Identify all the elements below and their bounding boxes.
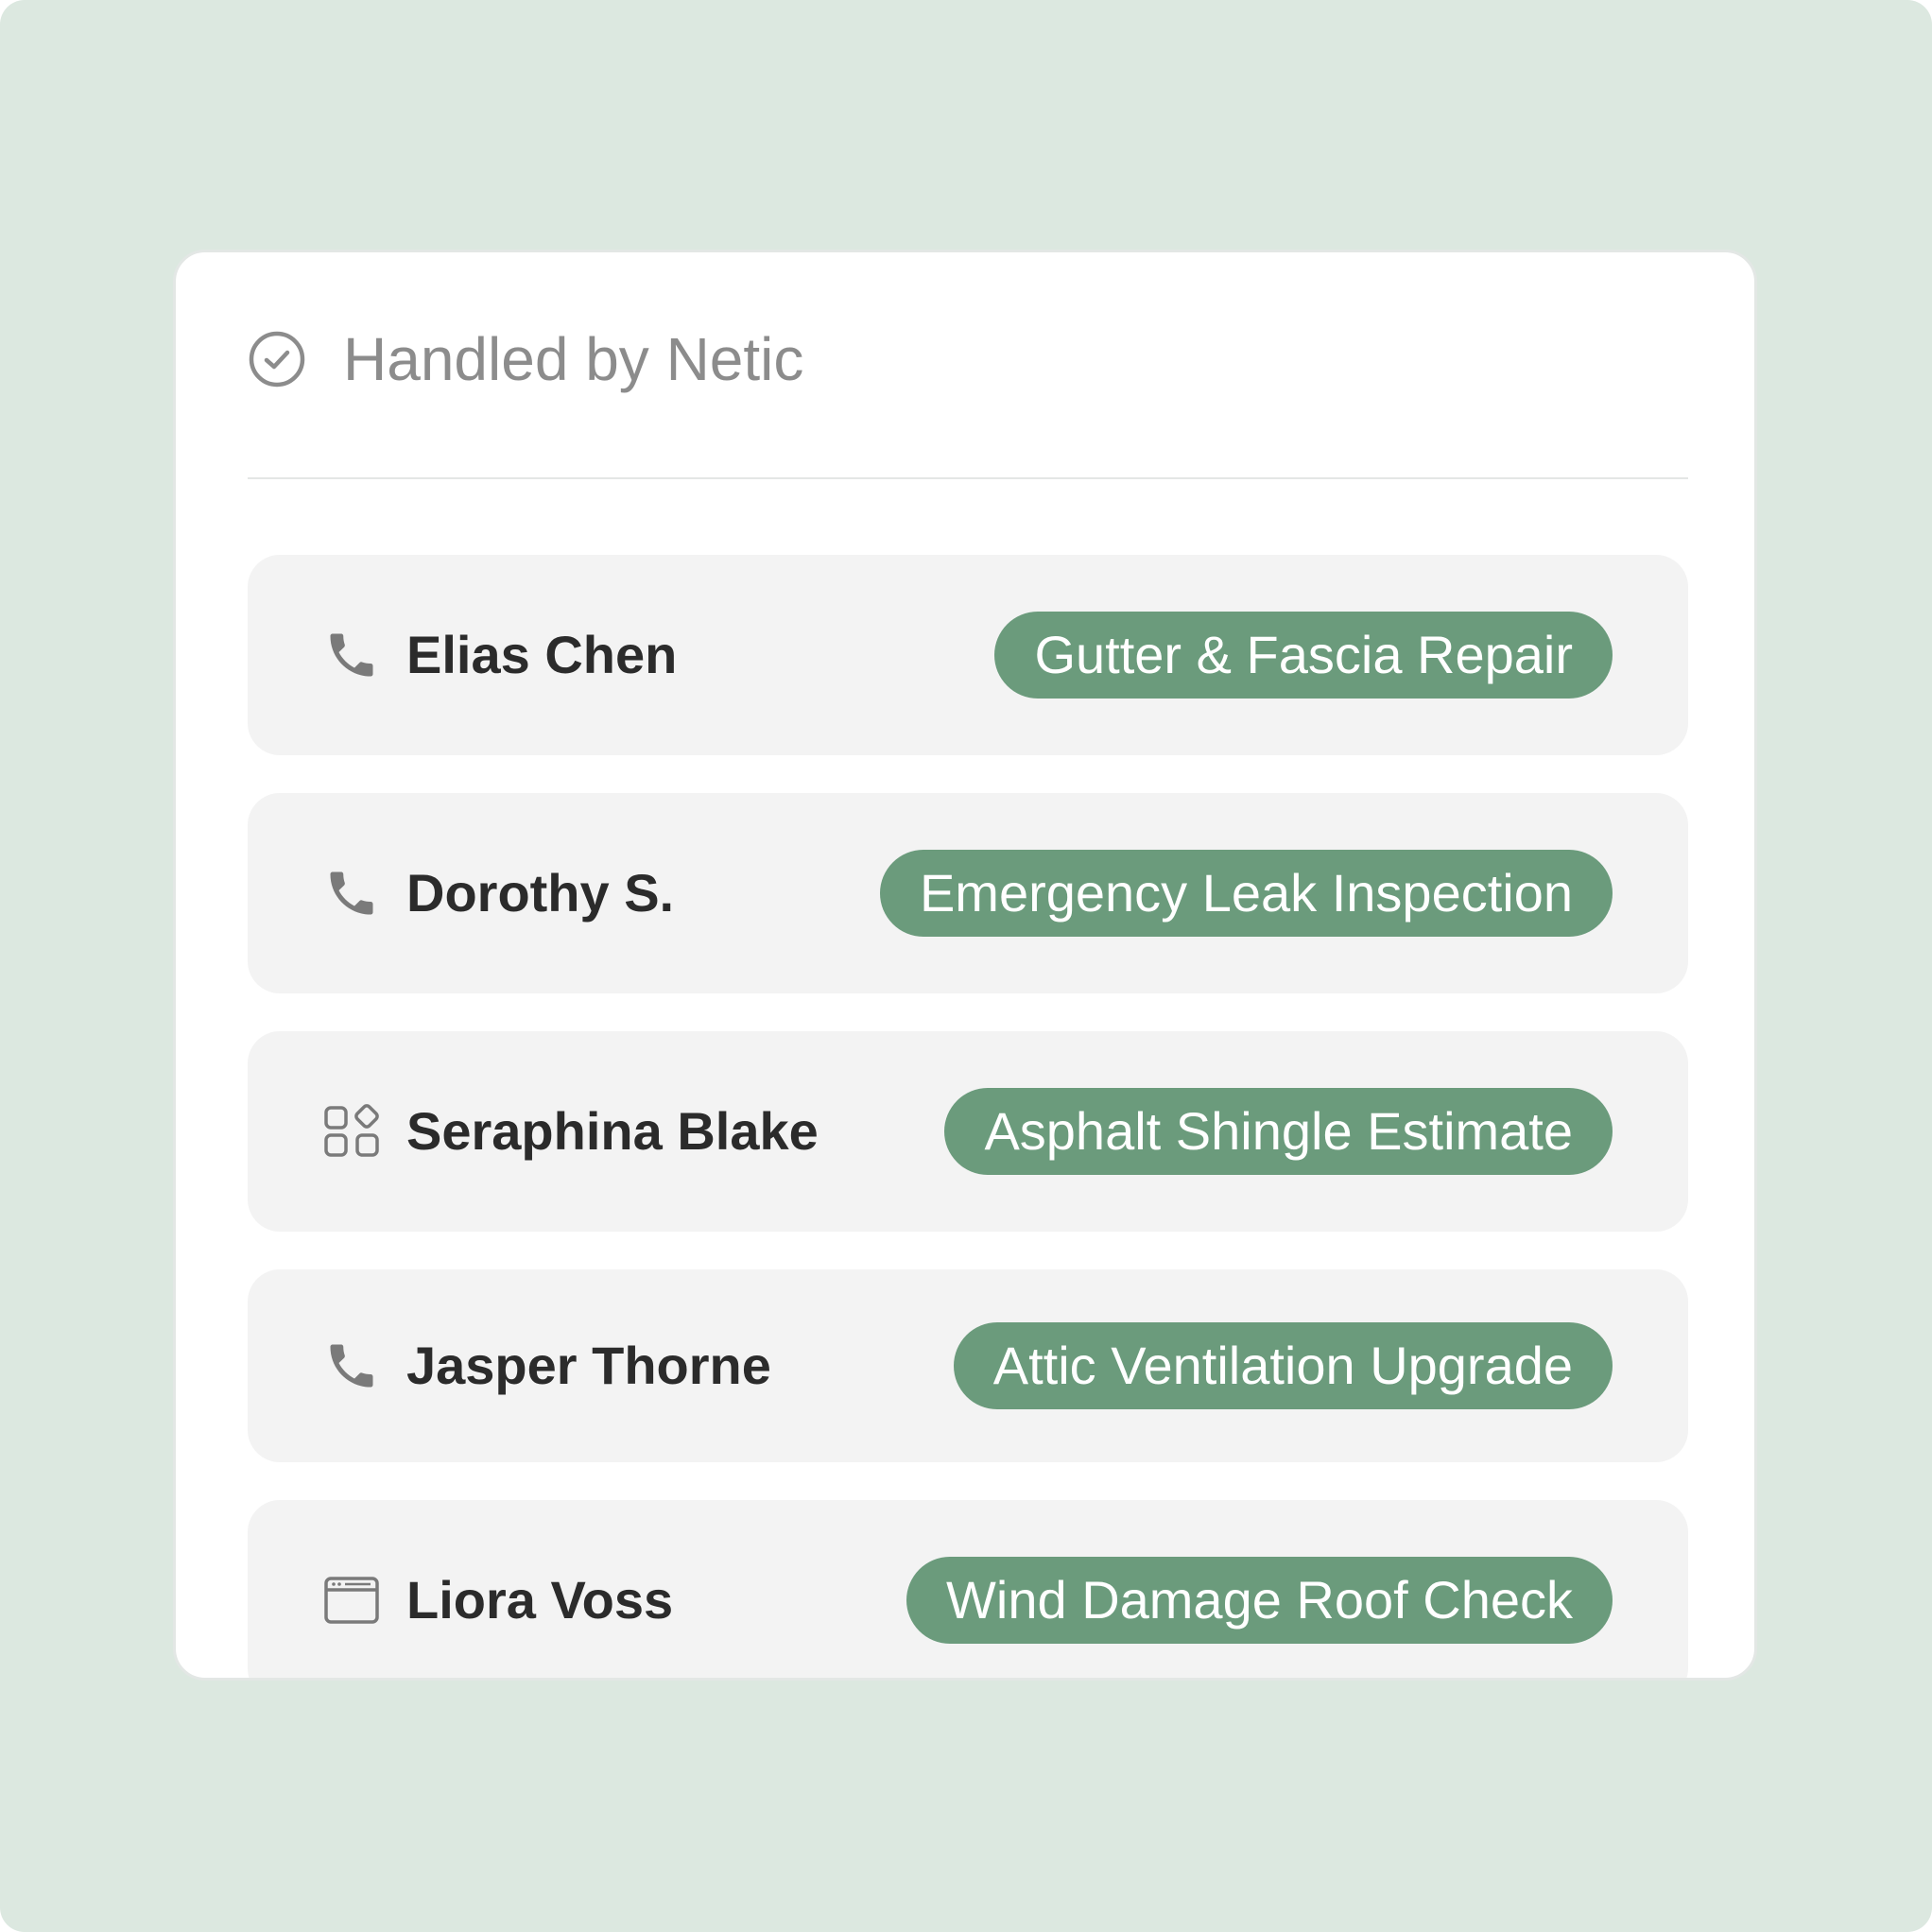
- service-badge: Emergency Leak Inspection: [879, 850, 1613, 937]
- phone-icon: [323, 1337, 380, 1394]
- contact-name: Seraphina Blake: [406, 1101, 819, 1161]
- contact-name: Dorothy S.: [406, 863, 675, 923]
- service-badge: Gutter & Fascia Repair: [994, 612, 1613, 699]
- check-circle-icon: [248, 330, 306, 388]
- service-badge: Attic Ventilation Upgrade: [953, 1322, 1613, 1409]
- handled-calls-card: Handled by Netic Elias Chen Gutter & Fas…: [173, 250, 1757, 1681]
- list-item[interactable]: Elias Chen Gutter & Fascia Repair: [248, 555, 1688, 755]
- contact-name: Elias Chen: [406, 625, 678, 684]
- contact-name: Jasper Thorne: [406, 1336, 771, 1395]
- list-item[interactable]: Dorothy S. Emergency Leak Inspection: [248, 793, 1688, 993]
- service-badge: Wind Damage Roof Check: [906, 1557, 1613, 1644]
- service-badge: Asphalt Shingle Estimate: [944, 1088, 1613, 1175]
- list-item[interactable]: Jasper Thorne Attic Ventilation Upgrade: [248, 1269, 1688, 1462]
- apps-icon: [323, 1103, 380, 1160]
- header-divider: [248, 477, 1688, 479]
- list-item[interactable]: Seraphina Blake Asphalt Shingle Estimate: [248, 1031, 1688, 1232]
- phone-icon: [323, 627, 380, 683]
- phone-icon: [323, 865, 380, 922]
- card-header: Handled by Netic: [248, 325, 804, 393]
- page-background: Handled by Netic Elias Chen Gutter & Fas…: [0, 0, 1932, 1932]
- browser-window-icon: [323, 1572, 380, 1629]
- contact-name: Liora Voss: [406, 1570, 674, 1630]
- card-title: Handled by Netic: [343, 325, 804, 393]
- list-item[interactable]: Liora Voss Wind Damage Roof Check: [248, 1500, 1688, 1678]
